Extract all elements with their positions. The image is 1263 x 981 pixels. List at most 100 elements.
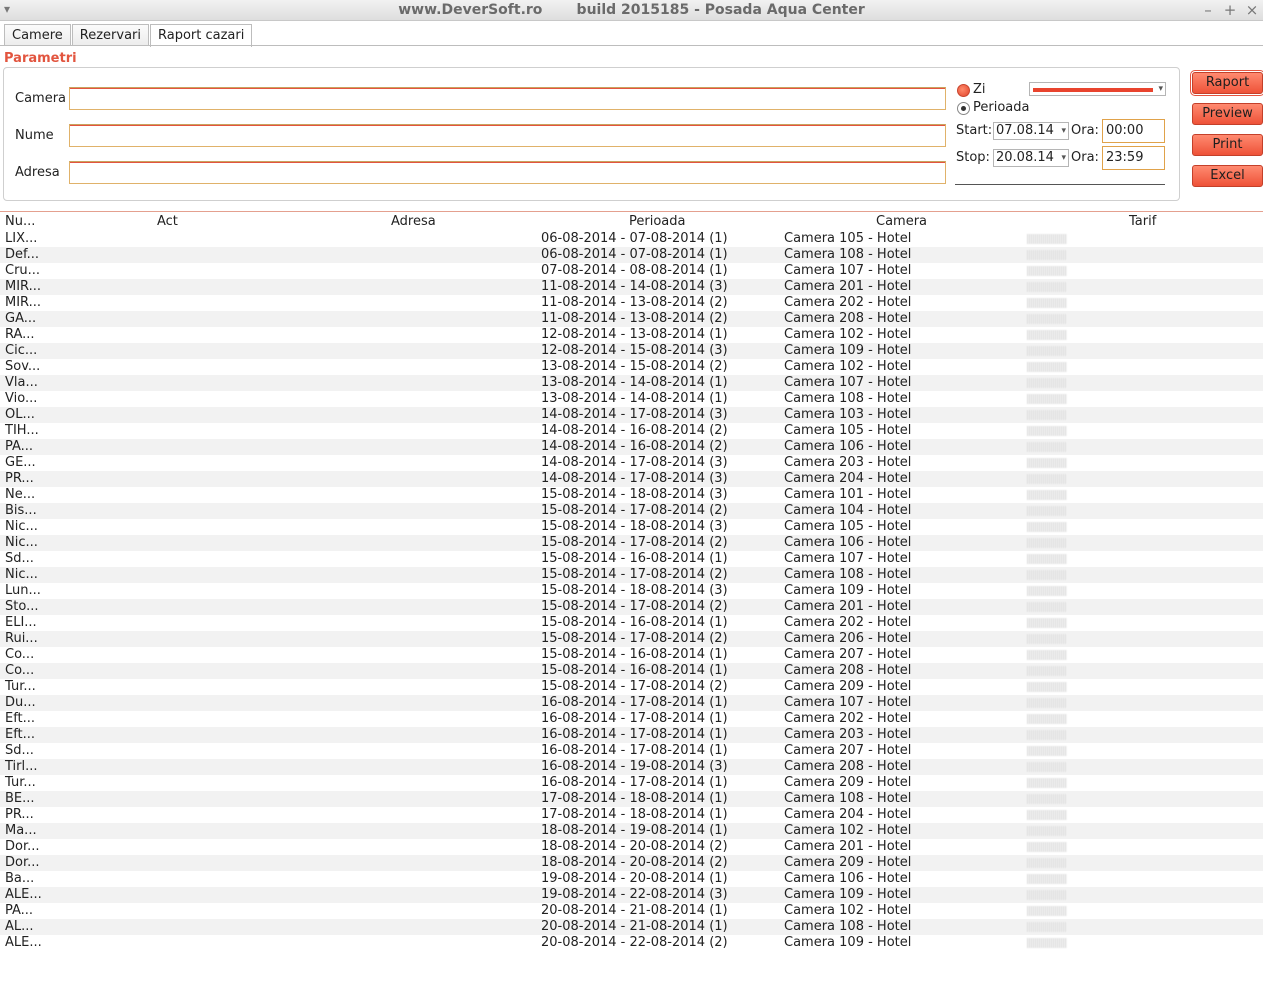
table-row[interactable]: PA... 20-08-2014 - 21-08-2014 (1) Camera 1…: [0, 903, 1263, 919]
table-row[interactable]: Sd... 16-08-2014 - 17-08-2014 (1) Camera 2…: [0, 743, 1263, 759]
start-date-field[interactable]: 07.08.14 ▾: [993, 122, 1069, 140]
table-row[interactable]: Tur... 15-08-2014 - 17-08-2014 (2) Camera …: [0, 679, 1263, 695]
cell-name: BE...: [5, 791, 35, 806]
table-row[interactable]: Tur... 16-08-2014 - 17-08-2014 (1) Camera …: [0, 775, 1263, 791]
table-row[interactable]: Tirl... 16-08-2014 - 19-08-2014 (3) Camera…: [0, 759, 1263, 775]
cell-name: Vio...: [5, 391, 38, 406]
preview-button[interactable]: Preview: [1192, 103, 1263, 125]
table-row[interactable]: Sov... 13-08-2014 - 15-08-2014 (2) Camera …: [0, 359, 1263, 375]
stop-time-field[interactable]: 23:59: [1102, 146, 1165, 170]
table-row[interactable]: Eft... 16-08-2014 - 17-08-2014 (1) Camera …: [0, 727, 1263, 743]
start-date-value: 07.08.14: [996, 123, 1054, 138]
cell-camera: Camera 108 - Hotel: [784, 567, 912, 582]
print-button[interactable]: Print: [1192, 134, 1263, 156]
column-header-perioada[interactable]: Perioada: [629, 214, 685, 229]
tab-camere[interactable]: Camere: [4, 24, 71, 46]
table-row[interactable]: MIR... 11-08-2014 - 14-08-2014 (3) Camera …: [0, 279, 1263, 295]
table-row[interactable]: Ne... 15-08-2014 - 18-08-2014 (3) Camera 1…: [0, 487, 1263, 503]
cell-perioada: 06-08-2014 - 07-08-2014 (1): [541, 231, 728, 246]
cell-tarif-redacted: [1027, 874, 1067, 884]
table-row[interactable]: AL... 20-08-2014 - 21-08-2014 (1) Camera 1…: [0, 919, 1263, 935]
table-row[interactable]: Cic... 12-08-2014 - 15-08-2014 (3) Camera …: [0, 343, 1263, 359]
table-row[interactable]: Eft... 16-08-2014 - 17-08-2014 (1) Camera …: [0, 711, 1263, 727]
cell-name: Dor...: [5, 839, 40, 854]
adresa-input[interactable]: [69, 161, 946, 184]
table-row[interactable]: Nic... 15-08-2014 - 17-08-2014 (2) Camera …: [0, 567, 1263, 583]
column-header-camera[interactable]: Camera: [876, 214, 927, 229]
column-header-nume[interactable]: Nu...: [5, 214, 35, 229]
cell-name: AL...: [5, 919, 34, 934]
table-row[interactable]: PR... 14-08-2014 - 17-08-2014 (3) Camera 2…: [0, 471, 1263, 487]
cell-camera: Camera 102 - Hotel: [784, 903, 912, 918]
column-header-tarif[interactable]: Tarif: [1129, 214, 1156, 229]
minimize-icon[interactable]: –: [1198, 1, 1218, 19]
column-header-act[interactable]: Act: [157, 214, 178, 229]
table-row[interactable]: ELI... 15-08-2014 - 16-08-2014 (1) Camera …: [0, 615, 1263, 631]
table-row[interactable]: MIR... 11-08-2014 - 13-08-2014 (2) Camera …: [0, 295, 1263, 311]
table-row[interactable]: Nic... 15-08-2014 - 18-08-2014 (3) Camera …: [0, 519, 1263, 535]
zi-label: Zi: [973, 82, 986, 97]
table-row[interactable]: Vio... 13-08-2014 - 14-08-2014 (1) Camera …: [0, 391, 1263, 407]
table-row[interactable]: LIX... 06-08-2014 - 07-08-2014 (1) Camera …: [0, 231, 1263, 247]
cell-tarif-redacted: [1027, 298, 1067, 308]
table-row[interactable]: BE... 17-08-2014 - 18-08-2014 (1) Camera 1…: [0, 791, 1263, 807]
cell-name: GA...: [5, 311, 37, 326]
table-row[interactable]: Du... 16-08-2014 - 17-08-2014 (1) Camera 1…: [0, 695, 1263, 711]
table-row[interactable]: ALE... 20-08-2014 - 22-08-2014 (2) Camera …: [0, 935, 1263, 951]
table-row[interactable]: Def... 06-08-2014 - 07-08-2014 (1) Camera …: [0, 247, 1263, 263]
table-row[interactable]: GA... 11-08-2014 - 13-08-2014 (2) Camera 2…: [0, 311, 1263, 327]
cell-camera: Camera 109 - Hotel: [784, 887, 912, 902]
table-row[interactable]: Co... 15-08-2014 - 16-08-2014 (1) Camera 2…: [0, 647, 1263, 663]
nume-input[interactable]: [69, 124, 946, 147]
cell-camera: Camera 209 - Hotel: [784, 855, 912, 870]
stop-date-field[interactable]: 20.08.14 ▾: [993, 149, 1069, 167]
cell-camera: Camera 203 - Hotel: [784, 727, 912, 742]
raport-button[interactable]: Raport: [1190, 70, 1263, 96]
tab-rezervari[interactable]: Rezervari: [71, 24, 149, 46]
table-row[interactable]: Co... 15-08-2014 - 16-08-2014 (1) Camera 2…: [0, 663, 1263, 679]
cell-perioada: 14-08-2014 - 16-08-2014 (2): [541, 423, 728, 438]
cell-camera: Camera 107 - Hotel: [784, 375, 912, 390]
table-row[interactable]: Ma... 18-08-2014 - 19-08-2014 (1) Camera 1…: [0, 823, 1263, 839]
table-row[interactable]: Lun... 15-08-2014 - 18-08-2014 (3) Camera …: [0, 583, 1263, 599]
tab-raport-cazari[interactable]: Raport cazari: [150, 24, 253, 47]
cell-perioada: 14-08-2014 - 17-08-2014 (3): [541, 407, 728, 422]
cell-camera: Camera 109 - Hotel: [784, 343, 912, 358]
table-row[interactable]: GE... 14-08-2014 - 17-08-2014 (3) Camera 2…: [0, 455, 1263, 471]
camera-input[interactable]: [69, 87, 946, 110]
table-row[interactable]: Ba... 19-08-2014 - 20-08-2014 (1) Camera 1…: [0, 871, 1263, 887]
perioada-radio[interactable]: [957, 102, 970, 115]
start-time-field[interactable]: 00:00: [1102, 119, 1165, 143]
cell-name: TIH...: [5, 423, 39, 438]
table-row[interactable]: Vla... 13-08-2014 - 14-08-2014 (1) Camera …: [0, 375, 1263, 391]
table-row[interactable]: Cru... 07-08-2014 - 08-08-2014 (1) Camera …: [0, 263, 1263, 279]
cell-tarif-redacted: [1027, 858, 1067, 868]
table-row[interactable]: PA... 14-08-2014 - 16-08-2014 (2) Camera 1…: [0, 439, 1263, 455]
table-row[interactable]: TIH... 14-08-2014 - 16-08-2014 (2) Camera …: [0, 423, 1263, 439]
cell-tarif-redacted: [1027, 890, 1067, 900]
table-row[interactable]: Nic... 15-08-2014 - 17-08-2014 (2) Camera …: [0, 535, 1263, 551]
table-row[interactable]: OL... 14-08-2014 - 17-08-2014 (3) Camera 1…: [0, 407, 1263, 423]
table-row[interactable]: Dor... 18-08-2014 - 20-08-2014 (2) Camera …: [0, 839, 1263, 855]
zi-radio[interactable]: [957, 84, 970, 97]
cell-camera: Camera 202 - Hotel: [784, 615, 912, 630]
excel-button[interactable]: Excel: [1192, 165, 1263, 187]
table-row[interactable]: ALE... 19-08-2014 - 22-08-2014 (3) Camera …: [0, 887, 1263, 903]
cell-camera: Camera 209 - Hotel: [784, 679, 912, 694]
table-row[interactable]: Sto... 15-08-2014 - 17-08-2014 (2) Camera …: [0, 599, 1263, 615]
close-icon[interactable]: ×: [1242, 1, 1262, 19]
cell-tarif-redacted: [1027, 394, 1067, 404]
table-row[interactable]: PR... 17-08-2014 - 18-08-2014 (1) Camera 2…: [0, 807, 1263, 823]
column-header-adresa[interactable]: Adresa: [391, 214, 436, 229]
cell-tarif-redacted: [1027, 426, 1067, 436]
cell-camera: Camera 105 - Hotel: [784, 231, 912, 246]
table-row[interactable]: RA... 12-08-2014 - 13-08-2014 (1) Camera 1…: [0, 327, 1263, 343]
table-row[interactable]: Rui... 15-08-2014 - 17-08-2014 (2) Camera …: [0, 631, 1263, 647]
cell-name: MIR...: [5, 295, 42, 310]
table-row[interactable]: Bis... 15-08-2014 - 17-08-2014 (2) Camera …: [0, 503, 1263, 519]
window-titlebar: ▾ www.DeverSoft.ro build 2015185 - Posad…: [0, 0, 1263, 21]
table-row[interactable]: Dor... 18-08-2014 - 20-08-2014 (2) Camera …: [0, 855, 1263, 871]
maximize-icon[interactable]: +: [1220, 1, 1240, 19]
table-row[interactable]: Sd... 15-08-2014 - 16-08-2014 (1) Camera 1…: [0, 551, 1263, 567]
zi-date-combo[interactable]: ▾: [1029, 82, 1166, 96]
